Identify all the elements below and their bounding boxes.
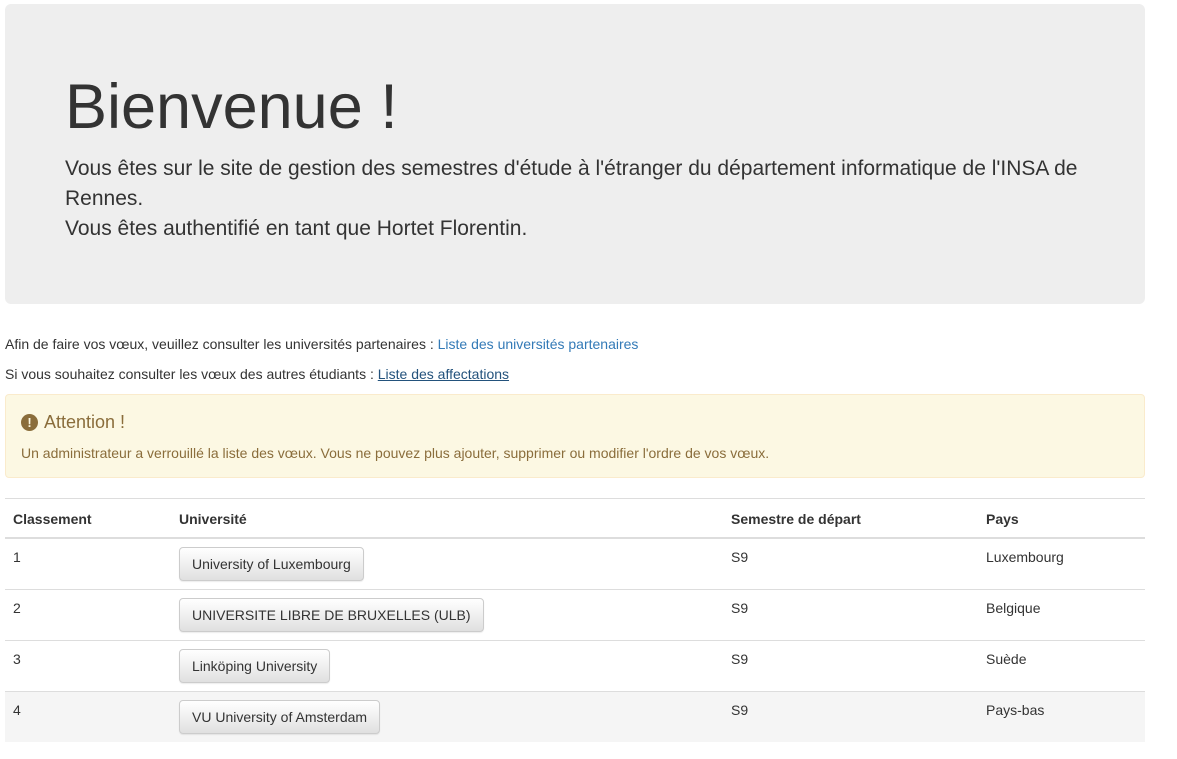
table-row: 1 University of Luxembourg S9 Luxembourg xyxy=(5,537,1145,590)
university-button[interactable]: UNIVERSITE LIBRE DE BRUXELLES (ULB) xyxy=(179,598,484,632)
alert-message: Un administrateur a verrouillé la liste … xyxy=(21,445,770,461)
university-button[interactable]: VU University of Amsterdam xyxy=(179,700,381,734)
affectations-info-text: Si vous souhaitez consulter les vœux des… xyxy=(5,366,378,382)
welcome-jumbotron: Bienvenue ! Vous êtes sur le site de ges… xyxy=(5,4,1145,304)
partners-info: Afin de faire vos vœux, veuillez consult… xyxy=(5,334,638,354)
country-cell: Luxembourg xyxy=(978,537,1145,590)
rank-cell: 1 xyxy=(5,537,171,590)
university-button[interactable]: University of Luxembourg xyxy=(179,547,364,581)
university-cell: UNIVERSITE LIBRE DE BRUXELLES (ULB) xyxy=(171,589,723,641)
university-cell: VU University of Amsterdam xyxy=(171,691,723,742)
semester-cell: S9 xyxy=(723,537,978,590)
wishes-table: Classement Université Semestre de départ… xyxy=(5,498,1145,742)
alert-title-text: Attention ! xyxy=(44,412,126,432)
header-semester: Semestre de départ xyxy=(723,498,978,539)
table-row: 4 VU University of Amsterdam S9 Pays-bas xyxy=(5,691,1145,742)
semester-cell: S9 xyxy=(723,589,978,641)
rank-cell: 2 xyxy=(5,589,171,641)
welcome-text: Vous êtes sur le site de gestion des sem… xyxy=(65,154,1085,244)
semester-cell: S9 xyxy=(723,691,978,742)
header-country: Pays xyxy=(978,498,1145,539)
welcome-line-user: Vous êtes authentifié en tant que Hortet… xyxy=(65,217,528,240)
alert-title: ! Attention ! xyxy=(21,410,1129,434)
affectations-list-link[interactable]: Liste des affectations xyxy=(378,366,509,382)
table-row: 2 UNIVERSITE LIBRE DE BRUXELLES (ULB) S9… xyxy=(5,589,1145,641)
partners-info-text: Afin de faire vos vœux, veuillez consult… xyxy=(5,336,438,352)
country-cell: Pays-bas xyxy=(978,691,1145,742)
rank-cell: 4 xyxy=(5,691,171,742)
semester-cell: S9 xyxy=(723,640,978,692)
header-rank: Classement xyxy=(5,498,171,539)
page-title: Bienvenue ! xyxy=(65,72,398,142)
university-cell: University of Luxembourg xyxy=(171,537,723,590)
welcome-line-site: Vous êtes sur le site de gestion des sem… xyxy=(65,157,1078,210)
table-header-row: Classement Université Semestre de départ… xyxy=(5,498,1145,539)
header-university: Université xyxy=(171,498,723,539)
university-cell: Linköping University xyxy=(171,640,723,692)
university-button[interactable]: Linköping University xyxy=(179,649,331,683)
country-cell: Suède xyxy=(978,640,1145,692)
affectations-info: Si vous souhaitez consulter les vœux des… xyxy=(5,364,509,384)
table-row: 3 Linköping University S9 Suède xyxy=(5,640,1145,692)
lock-warning-alert: ! Attention ! Un administrateur a verrou… xyxy=(5,394,1145,478)
exclamation-circle-icon: ! xyxy=(21,413,38,431)
partners-list-link[interactable]: Liste des universités partenaires xyxy=(438,336,639,352)
rank-cell: 3 xyxy=(5,640,171,692)
country-cell: Belgique xyxy=(978,589,1145,641)
